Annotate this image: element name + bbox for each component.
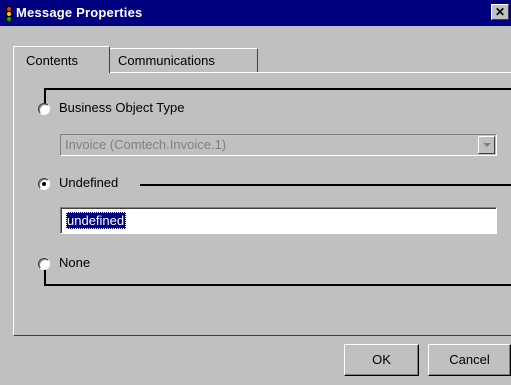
radio-selected-dot [42, 182, 46, 186]
business-object-type-label[interactable]: Business Object Type [56, 100, 188, 115]
undefined-name-value: undefined [66, 212, 127, 229]
cancel-button[interactable]: Cancel [428, 344, 511, 376]
group-line-top [44, 88, 511, 90]
dropdown-button[interactable] [478, 136, 495, 154]
ok-button[interactable]: OK [344, 344, 419, 376]
group-line-middle [140, 184, 511, 186]
tab-communications-label: Communications [118, 53, 215, 68]
window-title: Message Properties [16, 5, 143, 20]
tab-communications[interactable]: Communications [109, 48, 258, 72]
close-icon: ✕ [494, 5, 506, 19]
business-object-type-value: Invoice (Comtech.Invoice.1) [65, 137, 227, 152]
tab-contents[interactable]: Contents [13, 46, 110, 73]
undefined-label[interactable]: Undefined [56, 175, 122, 190]
app-icon [6, 6, 12, 21]
business-object-type-radio[interactable] [38, 103, 50, 115]
undefined-name-input[interactable]: undefined [60, 207, 497, 234]
group-line-bottom [44, 284, 511, 286]
tab-contents-label: Contents [26, 53, 79, 68]
close-button[interactable]: ✕ [491, 4, 509, 20]
none-label[interactable]: None [56, 255, 94, 270]
chevron-down-icon [483, 143, 491, 147]
undefined-radio[interactable] [38, 178, 50, 190]
title-bar[interactable]: Message Properties ✕ [0, 0, 511, 26]
business-object-type-select[interactable]: Invoice (Comtech.Invoice.1) [60, 134, 497, 156]
none-radio[interactable] [38, 258, 50, 270]
